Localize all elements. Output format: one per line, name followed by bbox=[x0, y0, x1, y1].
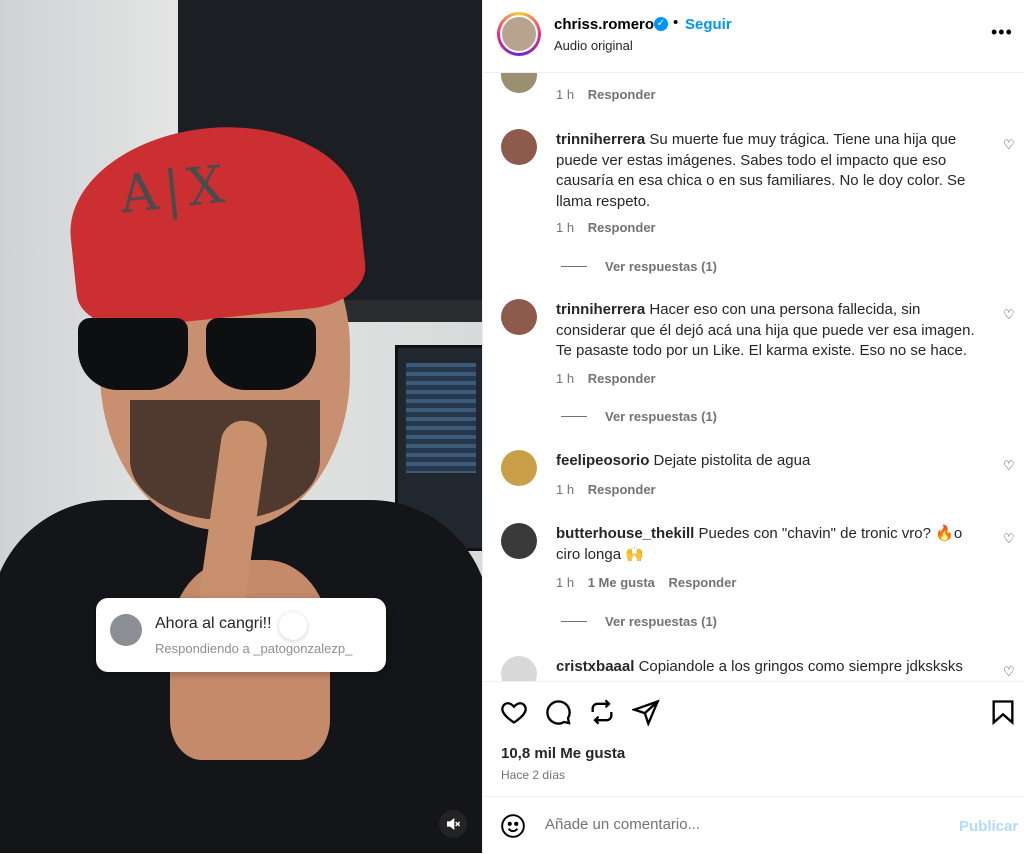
separator-dot: • bbox=[673, 14, 679, 31]
comment-body: Copiandole a los gringos como siempre jd… bbox=[638, 658, 963, 675]
comment-input[interactable] bbox=[545, 816, 925, 833]
reply-button[interactable]: Responder bbox=[588, 220, 656, 235]
comment-text: feelipeosorio Dejate pistolita de agua bbox=[556, 451, 981, 472]
post-header: chriss.romero ✓ • Seguir Audio original … bbox=[483, 0, 1024, 73]
post-timestamp[interactable]: Hace 2 días bbox=[501, 768, 565, 782]
muted-icon bbox=[447, 817, 461, 831]
audio-label[interactable]: Audio original bbox=[554, 38, 633, 53]
verified-icon: ✓ bbox=[654, 17, 668, 31]
like-comment-heart-icon[interactable]: ♡ bbox=[1003, 664, 1015, 680]
reply-sticker-subtitle: Respondiendo a _patogonzalezp_ bbox=[155, 641, 353, 656]
comment-text: trinniherrera Su muerte fue muy trágica.… bbox=[556, 130, 981, 212]
likes-count[interactable]: 10,8 mil Me gusta bbox=[501, 745, 625, 762]
comment-username[interactable]: cristxbaaal bbox=[556, 658, 634, 675]
comment-avatar[interactable] bbox=[501, 299, 537, 335]
view-replies-line bbox=[561, 416, 587, 417]
post-panel: chriss.romero ✓ • Seguir Audio original … bbox=[482, 0, 1024, 853]
view-replies-button[interactable]: Ver respuestas (1) bbox=[561, 259, 717, 274]
reply-sticker: Ahora al cangri!! Respondiendo a _patogo… bbox=[96, 598, 386, 672]
reply-button[interactable]: Responder bbox=[588, 87, 656, 102]
comment-meta: 1 h Responder bbox=[556, 371, 666, 386]
more-icon[interactable]: ••• bbox=[991, 22, 1013, 43]
comment-time: 1 h bbox=[556, 371, 575, 386]
view-replies-label[interactable]: Ver respuestas (1) bbox=[605, 259, 717, 274]
comment-avatar[interactable] bbox=[501, 523, 537, 559]
comment-time: 1 h bbox=[556, 575, 575, 590]
reply-button[interactable]: Responder bbox=[588, 482, 656, 497]
emoji-icon[interactable] bbox=[500, 813, 526, 839]
view-replies-line bbox=[561, 266, 587, 267]
comment-body: Dejate pistolita de agua bbox=[653, 452, 811, 469]
comment-avatar[interactable] bbox=[501, 129, 537, 165]
comment-username[interactable]: trinniherrera bbox=[556, 131, 645, 148]
view-replies-label[interactable]: Ver respuestas (1) bbox=[605, 409, 717, 424]
comment-avatar[interactable] bbox=[501, 656, 537, 681]
video-player[interactable]: A|X Ahora al cangri!! Respondiendo a _pa… bbox=[0, 0, 482, 853]
view-replies-button[interactable]: Ver respuestas (1) bbox=[561, 409, 717, 424]
reply-button[interactable]: Responder bbox=[588, 371, 656, 386]
reply-sticker-avatar bbox=[110, 614, 142, 646]
like-comment-heart-icon[interactable]: ♡ bbox=[1003, 458, 1015, 474]
reply-sticker-text: Ahora al cangri!! bbox=[155, 615, 272, 632]
view-replies-button[interactable]: Ver respuestas (1) bbox=[561, 614, 717, 629]
comment-likes[interactable]: 1 Me gusta bbox=[588, 575, 655, 590]
share-icon[interactable] bbox=[632, 698, 660, 726]
like-comment-heart-icon[interactable]: ♡ bbox=[1003, 531, 1015, 547]
comment-meta: 1 h Responder bbox=[556, 87, 666, 102]
mute-toggle-button[interactable] bbox=[439, 810, 467, 838]
comment-username[interactable]: feelipeosorio bbox=[556, 452, 649, 469]
bookmark-icon[interactable] bbox=[989, 698, 1017, 726]
comment-text: butterhouse_thekill Puedes con "chavin" … bbox=[556, 524, 981, 565]
author-avatar[interactable] bbox=[500, 15, 538, 53]
reply-button[interactable]: Responder bbox=[669, 575, 737, 590]
comment-list[interactable]: 1 h Responder ♡ trinniherrera Su muerte … bbox=[483, 73, 1024, 681]
video-cap-logo: A|X bbox=[117, 154, 233, 226]
left-lens bbox=[78, 318, 188, 390]
comment-time: 1 h bbox=[556, 220, 575, 235]
repost-icon[interactable] bbox=[588, 698, 616, 726]
comment-time: 1 h bbox=[556, 482, 575, 497]
comment-meta: 1 h Responder bbox=[556, 482, 666, 497]
heart-icon[interactable] bbox=[500, 698, 528, 726]
comment-time: 1 h bbox=[556, 87, 575, 102]
view-replies-label[interactable]: Ver respuestas (1) bbox=[605, 614, 717, 629]
comment-avatar[interactable] bbox=[501, 73, 537, 93]
view-replies-line bbox=[561, 621, 587, 622]
comment-username[interactable]: trinniherrera bbox=[556, 301, 645, 318]
add-comment-bar: Publicar bbox=[483, 796, 1024, 854]
right-lens bbox=[206, 318, 316, 390]
like-comment-heart-icon[interactable]: ♡ bbox=[1003, 137, 1015, 153]
publish-button[interactable]: Publicar bbox=[959, 818, 1018, 835]
comment-text: cristxbaaal Copiandole a los gringos com… bbox=[556, 657, 981, 678]
comment-avatar[interactable] bbox=[501, 450, 537, 486]
like-comment-heart-icon[interactable]: ♡ bbox=[1003, 307, 1015, 323]
comment-icon[interactable] bbox=[544, 698, 572, 726]
follow-button[interactable]: Seguir bbox=[685, 16, 732, 33]
comment-text: trinniherrera Hacer eso con una persona … bbox=[556, 300, 981, 362]
author-username[interactable]: chriss.romero bbox=[554, 16, 654, 33]
comment-meta: 1 h 1 Me gusta Responder bbox=[556, 575, 746, 590]
video-person-sunglasses bbox=[78, 318, 328, 398]
comment-meta: 1 h Responder bbox=[556, 220, 666, 235]
loading-spinner-icon bbox=[279, 612, 307, 640]
comment-username[interactable]: butterhouse_thekill bbox=[556, 525, 694, 542]
post-actions: 10,8 mil Me gusta Hace 2 días bbox=[483, 681, 1024, 796]
